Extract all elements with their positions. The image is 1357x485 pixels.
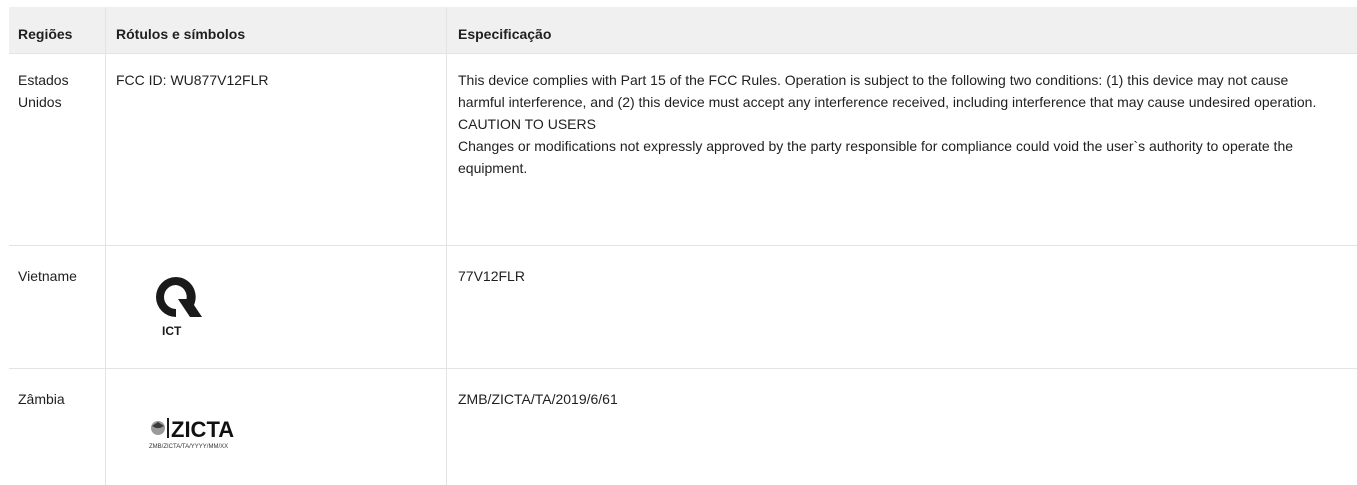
ict-logo-text: ICT	[162, 324, 182, 338]
label-cell: FCC ID: WU877V12FLR	[106, 54, 447, 245]
spec-paragraph: This device complies with Part 15 of the…	[458, 72, 1317, 110]
region-cell: Estados Unidos	[9, 54, 106, 245]
zicta-logo-text: ZICTA	[171, 417, 234, 442]
region-cell: Zâmbia	[9, 369, 106, 485]
spec-cell: This device complies with Part 15 of the…	[447, 54, 1357, 245]
zicta-logo-subtext: ZMB/ZICTA/TA/YYYY/MM/XX	[149, 444, 228, 450]
spec-caution-heading: CAUTION TO USERS	[458, 116, 596, 132]
region-cell: Vietname	[9, 246, 106, 368]
ict-logo-icon: ICT	[146, 271, 206, 341]
zicta-logo-icon: ZICTA ZMB/ZICTA/TA/YYYY/MM/XX	[142, 414, 282, 454]
header-labels-symbols: Rótulos e símbolos	[106, 7, 447, 53]
table-header-row: Regiões Rótulos e símbolos Especificação	[9, 7, 1357, 54]
header-regions: Regiões	[9, 7, 106, 53]
header-specification: Especificação	[458, 26, 552, 42]
spec-paragraph: Changes or modifications not expressly a…	[458, 138, 1294, 176]
spec-cell: 77V12FLR	[458, 268, 525, 284]
table-row: Vietname 77V12FLR	[9, 246, 1357, 369]
table-row: Estados Unidos FCC ID: WU877V12FLR This …	[9, 54, 1357, 246]
spec-cell: ZMB/ZICTA/TA/2019/6/61	[458, 391, 618, 407]
